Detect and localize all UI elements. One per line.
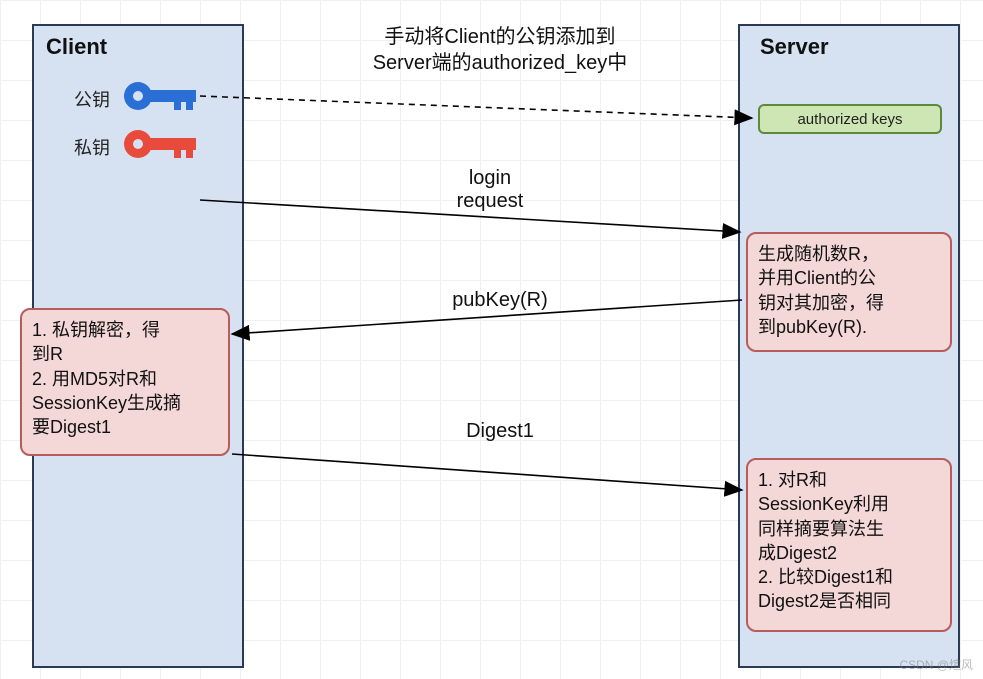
watermark: CSDN @煊风 [899, 656, 973, 673]
server-compare-note: 1. 对R和 SessionKey利用 同样摘要算法生 成Digest2 2. … [746, 458, 952, 632]
client-title: Client [46, 34, 107, 60]
public-key-label: 公钥 [74, 86, 110, 112]
client-decrypt-note: 1. 私钥解密，得 到R 2. 用MD5对R和 SessionKey生成摘 要D… [20, 308, 230, 456]
pubkey-label: pubKey(R) [420, 289, 580, 312]
server-title: Server [760, 34, 829, 60]
server-generate-note: 生成随机数R， 并用Client的公 钥对其加密，得 到pubKey(R). [746, 232, 952, 352]
top-caption: 手动将Client的公钥添加到 Server端的authorized_key中 [330, 24, 670, 76]
digest-label: Digest1 [430, 420, 570, 443]
authorized-keys-text: authorized keys [797, 111, 902, 128]
private-key-label: 私钥 [74, 134, 110, 160]
diagram-canvas: Client 公钥 私钥 Server authorized keys 生成随机… [0, 0, 983, 679]
authorized-keys-box: authorized keys [758, 104, 942, 134]
login-label: login request [420, 167, 560, 213]
